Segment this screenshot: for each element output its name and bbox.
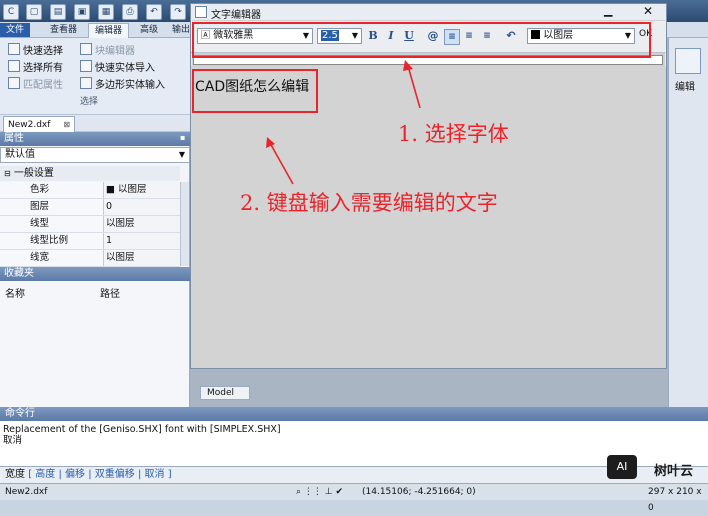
command-line: 取消	[3, 435, 23, 446]
status-coordinates: (14.15106; -4.251664; 0)	[362, 487, 476, 497]
status-bar: New2.dxf ⌕ ⋮⋮ ⊥ ✔ (14.15106; -4.251664; …	[0, 483, 708, 513]
watermark-logo-icon: AI	[607, 455, 637, 479]
command-output[interactable]: Replacement of the [Geniso.SHX] font wit…	[0, 421, 708, 467]
option-cancel[interactable]: 取消	[145, 469, 165, 480]
command-header: 命令行	[0, 407, 708, 421]
annotation-step1: 1. 选择字体	[398, 122, 509, 146]
option-height[interactable]: 高度	[35, 469, 55, 480]
command-line: Replacement of the [Geniso.SHX] font wit…	[3, 424, 281, 435]
status-filename: New2.dxf	[5, 487, 48, 497]
command-prompt[interactable]: 宽度 [ 高度 | 偏移 | 双重偏移 | 取消 ]	[0, 467, 708, 483]
option-double-offset[interactable]: 双重偏移	[95, 469, 135, 480]
status-paper-size: 297 x 210 x 0	[648, 487, 702, 513]
option-offset[interactable]: 偏移	[65, 469, 85, 480]
snap-icons[interactable]: ⌕ ⋮⋮ ⊥ ✔	[296, 484, 343, 500]
watermark-text: 树叶云	[654, 464, 694, 479]
prompt-label: 宽度	[5, 469, 25, 480]
annotation-step2: 2. 键盘输入需要编辑的文字	[240, 191, 498, 215]
